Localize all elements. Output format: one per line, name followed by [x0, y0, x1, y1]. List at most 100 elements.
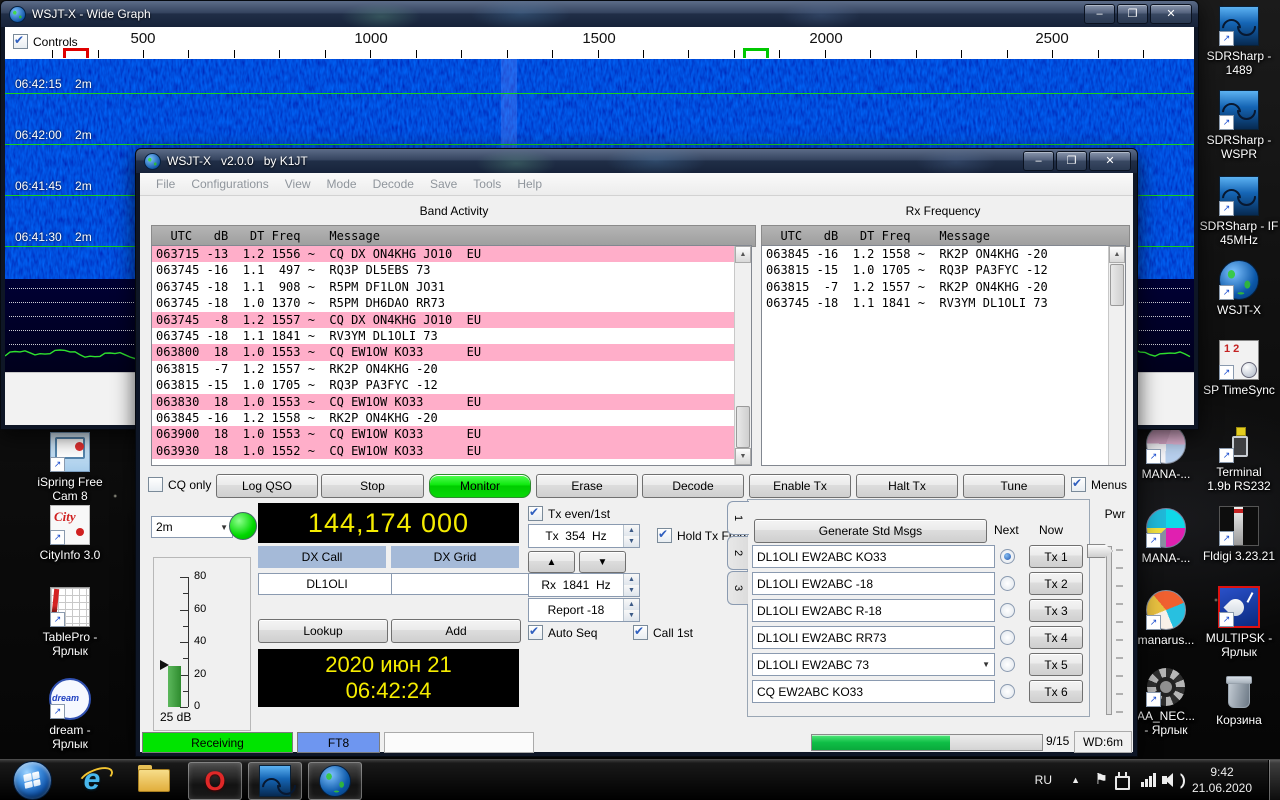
cq-only-checkbox[interactable]: [148, 477, 163, 492]
minimize-button[interactable]: –: [1084, 4, 1115, 24]
tx-frequency-marker[interactable]: [63, 48, 89, 58]
power-plan-icon[interactable]: [1115, 772, 1130, 790]
tx3-now-button[interactable]: Tx 3: [1029, 599, 1083, 622]
main-titlebar[interactable]: WSJT-X v2.0.0 by K1JT – ❐ ✕: [136, 149, 1137, 173]
minimize-button[interactable]: –: [1023, 151, 1054, 171]
desktop-icon-sdrsharp-wspr[interactable]: ↗ SDRSharp - WSPR: [1197, 90, 1280, 161]
desktop-icon-wsjt-x[interactable]: ↗ WSJT-X: [1197, 260, 1280, 317]
report-spinner[interactable]: Report -18 ▲ ▼: [528, 598, 640, 622]
spin-up-icon[interactable]: ▲: [624, 525, 639, 536]
decode-button[interactable]: Decode: [642, 474, 744, 498]
rx-frequency-marker[interactable]: [743, 48, 769, 58]
scroll-up-icon[interactable]: ▲: [735, 246, 751, 263]
tab-3[interactable]: 3: [727, 571, 748, 605]
menu-item-file[interactable]: File: [148, 177, 183, 191]
erase-button[interactable]: Erase: [536, 474, 638, 498]
call-1st-checkbox[interactable]: [633, 624, 648, 640]
tx-even-checkbox[interactable]: [528, 505, 543, 521]
hold-tx-checkbox[interactable]: [657, 527, 672, 543]
tx4-next-radio[interactable]: [1000, 630, 1015, 645]
add-button[interactable]: Add: [391, 619, 521, 643]
tx1-now-button[interactable]: Tx 1: [1029, 545, 1083, 568]
rx-frequency-scrollbar[interactable]: ▲: [1108, 246, 1125, 465]
tx4-now-button[interactable]: Tx 4: [1029, 626, 1083, 649]
dx-grid-input[interactable]: [391, 573, 529, 595]
taskbar-button-sdrsharp[interactable]: [248, 762, 302, 800]
spin-up-icon[interactable]: ▲: [624, 574, 639, 585]
rx-frequency-row[interactable]: 063815 -15 1.0 1705 ~ RQ3P PA3FYC -12: [762, 262, 1109, 278]
scroll-down-icon[interactable]: ▼: [735, 448, 751, 465]
menus-checkbox[interactable]: [1071, 476, 1086, 492]
menu-item-save[interactable]: Save: [422, 177, 465, 191]
spinner-buttons[interactable]: ▲ ▼: [623, 525, 639, 547]
band-select[interactable]: 2m ▼: [151, 516, 233, 538]
band-activity-row[interactable]: 063930 18 1.0 1552 ~ CQ EW1OW KO33 EU: [152, 442, 735, 460]
tx6-message-input[interactable]: CQ EW2ABC KO33: [752, 680, 995, 703]
desktop-icon-cityinfo[interactable]: ↗ CityInfo 3.0: [28, 505, 112, 562]
desktop-icon-multipsk[interactable]: ↗ MULTIPSK - Ярлык: [1197, 586, 1280, 659]
tx2-message-input[interactable]: DL1OLI EW2ABC -18: [752, 572, 995, 595]
dx-call-input[interactable]: DL1OLI: [258, 573, 396, 595]
taskbar-button-start[interactable]: [6, 760, 58, 800]
band-activity-row[interactable]: 063900 18 1.0 1553 ~ CQ EW1OW KO33 EU: [152, 426, 735, 443]
tx-freq-down-button[interactable]: ▼: [579, 551, 626, 573]
band-activity-row[interactable]: 063745 -18 1.0 1370 ~ R5PM DH6DAO RR73: [152, 295, 735, 311]
action-center-flag-icon[interactable]: ⚑: [1095, 770, 1108, 788]
tx2-next-radio[interactable]: [1000, 576, 1015, 591]
band-activity-row[interactable]: 063715 -13 1.2 1556 ~ CQ DX ON4KHG JO10 …: [152, 246, 735, 263]
stop-button[interactable]: Stop: [321, 474, 424, 498]
taskbar-button-ie[interactable]: e: [66, 762, 118, 798]
rx-frequency-row[interactable]: 063815 -7 1.2 1557 ~ RK2P ON4KHG -20: [762, 279, 1109, 295]
tx3-next-radio[interactable]: [1000, 603, 1015, 618]
band-activity-row[interactable]: 063815 -7 1.2 1557 ~ RK2P ON4KHG -20: [152, 361, 735, 377]
tx4-message-input[interactable]: DL1OLI EW2ABC RR73: [752, 626, 995, 649]
frequency-scale[interactable]: Controls 500 1000 1500 2000 2500: [5, 27, 1194, 59]
band-activity-row[interactable]: 063745 -18 1.1 908 ~ R5PM DF1LON JO31: [152, 279, 735, 295]
tab-1[interactable]: 1: [727, 501, 749, 535]
network-signal-icon[interactable]: [1141, 772, 1156, 787]
tx5-now-button[interactable]: Tx 5: [1029, 653, 1083, 676]
rx-frequency-row[interactable]: 063745 -18 1.1 1841 ~ RV3YM DL1OLI 73: [762, 295, 1109, 311]
tx6-now-button[interactable]: Tx 6: [1029, 680, 1083, 703]
band-activity-row[interactable]: 063745 -18 1.1 1841 ~ RV3YM DL1OLI 73: [152, 328, 735, 344]
wide-graph-titlebar[interactable]: WSJT-X - Wide Graph – ❐ ✕: [1, 1, 1198, 27]
desktop-icon-ispring[interactable]: ↗ iSpring Free Cam 8: [28, 432, 112, 503]
close-button[interactable]: ✕: [1089, 151, 1131, 171]
taskbar-button-explorer[interactable]: [128, 762, 180, 798]
desktop-icon-sp-timesync[interactable]: ↗ SP TimeSync: [1197, 340, 1280, 397]
menu-item-view[interactable]: View: [277, 177, 319, 191]
rx-freq-spinner[interactable]: Rx 1841 Hz ▲ ▼: [528, 573, 640, 597]
log-qso-button[interactable]: Log QSO: [216, 474, 318, 498]
show-desktop-button[interactable]: [1268, 760, 1280, 800]
lookup-button[interactable]: Lookup: [258, 619, 388, 643]
language-indicator[interactable]: RU: [1035, 773, 1052, 787]
tab-2[interactable]: 2: [727, 536, 748, 570]
band-activity-scrollbar[interactable]: ▲ ▼: [734, 246, 751, 465]
band-activity-row[interactable]: 063815 -15 1.0 1705 ~ RQ3P PA3FYC -12: [152, 377, 735, 393]
spin-down-icon[interactable]: ▼: [624, 585, 639, 596]
menu-item-help[interactable]: Help: [509, 177, 550, 191]
pwr-slider-track[interactable]: [1106, 546, 1112, 715]
spinner-buttons[interactable]: ▲ ▼: [623, 574, 639, 596]
maximize-button[interactable]: ❐: [1117, 4, 1148, 24]
auto-seq-checkbox[interactable]: [528, 624, 543, 640]
menu-item-configurations[interactable]: Configurations: [183, 177, 276, 191]
desktop-icon-dream[interactable]: ↗ dream - Ярлык: [28, 678, 112, 751]
menu-item-decode[interactable]: Decode: [365, 177, 422, 191]
spin-up-icon[interactable]: ▲: [624, 599, 639, 610]
desktop-icon-sdrsharp-1489[interactable]: ↗ SDRSharp - 1489: [1197, 6, 1280, 77]
scrollbar-thumb[interactable]: [1110, 264, 1124, 306]
tx-freq-up-button[interactable]: ▲: [528, 551, 575, 573]
tx1-next-radio[interactable]: [1000, 549, 1015, 564]
menu-item-mode[interactable]: Mode: [319, 177, 365, 191]
tx6-next-radio[interactable]: [1000, 684, 1015, 699]
tx1-message-input[interactable]: DL1OLI EW2ABC KO33: [752, 545, 995, 568]
desktop-icon-fldigi[interactable]: ↗ Fldigi 3.23.21: [1197, 506, 1280, 563]
rx-frequency-row[interactable]: 063845 -16 1.2 1558 ~ RK2P ON4KHG -20: [762, 246, 1109, 262]
desktop-icon-recycle-bin[interactable]: Корзина: [1197, 672, 1280, 727]
monitor-button[interactable]: Monitor: [429, 474, 531, 498]
spin-down-icon[interactable]: ▼: [624, 536, 639, 547]
desktop-icon-terminal[interactable]: ↗ Terminal 1.9b RS232: [1197, 424, 1280, 493]
enable-tx-button[interactable]: Enable Tx: [749, 474, 851, 498]
spin-down-icon[interactable]: ▼: [624, 610, 639, 621]
